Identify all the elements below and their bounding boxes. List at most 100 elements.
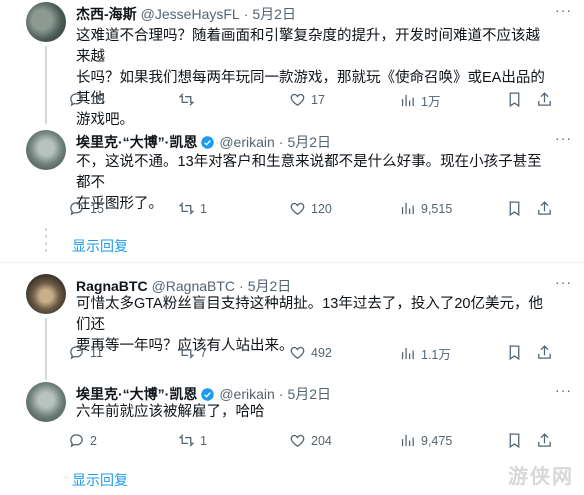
heart-icon	[290, 202, 305, 215]
reply-icon	[70, 202, 83, 216]
author-handle[interactable]: @erikain	[219, 134, 274, 150]
retweet-button[interactable]: 7	[178, 344, 207, 361]
author-name[interactable]: 埃里克·“大博”·凯恩	[76, 132, 197, 152]
reply-count: 2	[90, 433, 97, 448]
share-button[interactable]	[536, 200, 553, 217]
action-bar: 2 1 204 9,475	[68, 432, 568, 452]
tweet-4[interactable]: 埃里克·“大博”·凯恩 @erikain · 5月2日 ··· 六年前就应该被解…	[0, 380, 584, 460]
separator-dot: ·	[278, 134, 284, 150]
author-handle[interactable]: @RagnaBTC	[152, 278, 235, 294]
avatar[interactable]	[26, 130, 66, 170]
like-button[interactable]: 204	[289, 432, 332, 449]
separator-dot: ·	[239, 278, 244, 294]
reply-count: 15	[90, 201, 104, 216]
more-options-icon[interactable]: ···	[555, 130, 572, 146]
views-button[interactable]: 9,475	[399, 432, 452, 449]
retweet-icon	[178, 434, 195, 447]
bookmark-icon	[509, 201, 520, 217]
bookmark-button[interactable]	[506, 200, 523, 217]
avatar[interactable]	[26, 382, 66, 422]
retweet-button[interactable]: 1	[178, 200, 207, 217]
tweet-text-line: 这难道不合理吗？随着画面和引擎复杂度的提升，开发时间难道不应该越来越	[76, 28, 540, 65]
retweet-count: 1	[200, 433, 207, 448]
more-options-icon[interactable]: ···	[555, 382, 572, 398]
bookmark-icon	[509, 433, 520, 449]
bookmark-button[interactable]	[506, 344, 523, 361]
show-replies-link[interactable]: 显示回复	[72, 470, 128, 490]
tweet-text: 这难道不合理吗？随着画面和引擎复杂度的提升，开发时间难道不应该越来越 长吗？如果…	[76, 26, 546, 131]
avatar[interactable]	[26, 2, 66, 42]
reply-count: 11	[90, 345, 103, 360]
heart-icon	[290, 93, 305, 106]
retweet-button[interactable]: 1	[178, 432, 207, 449]
tweet-text-line: 可惜太多GTA粉丝盲目支持这种胡扯。13年过去了，投入了20亿美元，他们还	[76, 296, 543, 333]
reply-icon	[70, 434, 83, 448]
tweet-date[interactable]: 5月2日	[287, 384, 331, 404]
tweet-header: 埃里克·“大博”·凯恩 @erikain · 5月2日	[76, 384, 331, 404]
views-button[interactable]: 9,515	[399, 200, 452, 217]
share-button[interactable]	[536, 344, 553, 361]
more-options-icon[interactable]: ···	[555, 2, 572, 18]
tweet-text-line: 六年前就应该被解雇了，哈哈	[76, 404, 265, 420]
tweet-2[interactable]: 埃里克·“大博”·凯恩 @erikain · 5月2日 ··· 不，这说不通。1…	[0, 128, 584, 224]
bookmark-button[interactable]	[506, 91, 523, 108]
like-button[interactable]: 120	[289, 200, 332, 217]
action-bar: 15 1 120 9,515	[68, 200, 568, 220]
like-count: 204	[311, 433, 332, 448]
author-handle[interactable]: @erikain	[219, 386, 274, 402]
like-count: 492	[311, 345, 332, 360]
bar-chart-icon	[401, 434, 414, 447]
share-icon	[538, 92, 551, 106]
reply-button[interactable]: 15	[68, 91, 104, 108]
thread-line	[45, 318, 47, 380]
bookmark-icon	[509, 92, 520, 108]
reply-button[interactable]: 2	[68, 432, 97, 449]
thread-dots	[45, 228, 47, 254]
author-name[interactable]: 杰西-海斯	[76, 4, 137, 24]
like-count: 17	[311, 92, 325, 107]
retweet-count: 7	[200, 345, 207, 360]
verified-badge-icon	[201, 387, 215, 401]
reply-button[interactable]: 11	[68, 344, 103, 361]
action-bar: 11 7 492 1.1万	[68, 344, 568, 364]
share-button[interactable]	[536, 91, 553, 108]
tweet-3[interactable]: RagnaBTC @RagnaBTC · 5月2日 ··· 可惜太多GTA粉丝盲…	[0, 272, 584, 380]
verified-badge-icon	[201, 135, 215, 149]
retweet-button[interactable]	[178, 91, 200, 108]
reply-button[interactable]: 15	[68, 200, 104, 217]
author-handle[interactable]: @JesseHaysFL	[141, 6, 240, 22]
views-button[interactable]: 1.1万	[399, 344, 451, 363]
view-count: 1.1万	[421, 348, 451, 362]
tweet-1[interactable]: 杰西-海斯 @JesseHaysFL · 5月2日 ··· 这难道不合理吗？随着…	[0, 0, 584, 128]
avatar[interactable]	[26, 274, 66, 314]
tweet-header: 埃里克·“大博”·凯恩 @erikain · 5月2日	[76, 132, 331, 152]
thread-line	[45, 46, 47, 124]
author-name[interactable]: RagnaBTC	[76, 278, 148, 294]
share-icon	[538, 345, 551, 359]
author-name[interactable]: 埃里克·“大博”·凯恩	[76, 384, 197, 404]
view-count: 9,475	[421, 433, 453, 448]
like-button[interactable]: 17	[289, 91, 325, 108]
more-options-icon[interactable]: ···	[555, 274, 572, 290]
share-icon	[538, 433, 551, 447]
like-button[interactable]: 492	[289, 344, 332, 361]
bar-chart-icon	[401, 94, 414, 107]
show-replies-link[interactable]: 显示回复	[72, 236, 128, 256]
share-button[interactable]	[536, 432, 553, 449]
views-button[interactable]: 1万	[399, 91, 440, 110]
like-count: 120	[311, 201, 332, 216]
tweet-date[interactable]: 5月2日	[248, 276, 292, 296]
view-count: 1万	[421, 95, 441, 109]
tweet-date[interactable]: 5月2日	[287, 132, 331, 152]
reply-icon	[70, 346, 83, 360]
watermark: 游侠网	[508, 466, 574, 488]
reply-count: 15	[90, 92, 104, 107]
retweet-icon	[178, 93, 195, 106]
bar-chart-icon	[401, 202, 414, 215]
share-icon	[538, 201, 551, 215]
heart-icon	[290, 346, 305, 359]
action-bar: 15 17 1万	[68, 91, 568, 111]
tweet-date[interactable]: 5月2日	[252, 4, 296, 24]
bookmark-button[interactable]	[506, 432, 523, 449]
divider	[0, 262, 584, 263]
